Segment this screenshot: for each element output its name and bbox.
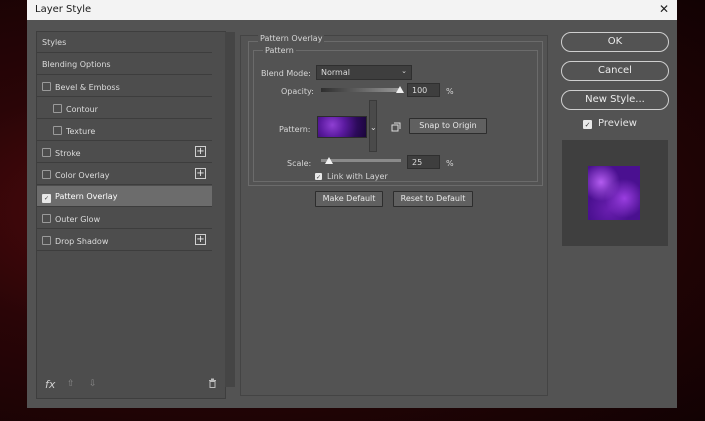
preview-checkbox[interactable]: ✓: [583, 120, 592, 129]
style-item-label: Texture: [66, 127, 96, 136]
opacity-label: Opacity:: [281, 87, 314, 96]
scale-label: Scale:: [287, 159, 312, 168]
pattern-overlay-panel: Pattern Overlay Pattern Blend Mode: Norm…: [240, 34, 548, 396]
style-item-drop-shadow[interactable]: Drop Shadow +: [37, 230, 212, 251]
drop-shadow-checkbox[interactable]: [42, 236, 51, 245]
style-item-texture[interactable]: Texture: [37, 120, 212, 141]
style-item-styles[interactable]: Styles: [37, 32, 212, 53]
texture-checkbox[interactable]: [53, 126, 62, 135]
style-item-label: Drop Shadow: [55, 237, 109, 246]
new-preset-icon[interactable]: [391, 122, 401, 134]
trash-icon[interactable]: [208, 378, 217, 391]
style-item-color-overlay[interactable]: Color Overlay +: [37, 164, 212, 185]
contour-checkbox[interactable]: [53, 104, 62, 113]
style-item-label: Color Overlay: [55, 171, 110, 180]
group-title: Pattern: [263, 46, 296, 55]
style-item-label: Bevel & Emboss: [55, 83, 120, 92]
opacity-input[interactable]: 100: [407, 83, 440, 97]
style-item-pattern-overlay[interactable]: ✓ Pattern Overlay: [37, 186, 212, 207]
styles-list-scrollbar[interactable]: [225, 32, 235, 387]
style-item-stroke[interactable]: Stroke +: [37, 142, 212, 163]
link-with-layer-checkbox[interactable]: ✓: [315, 173, 322, 181]
add-stroke-icon[interactable]: +: [195, 146, 206, 157]
link-with-layer-label: Link with Layer: [327, 172, 388, 181]
stroke-checkbox[interactable]: [42, 148, 51, 157]
cancel-button[interactable]: Cancel: [561, 61, 669, 81]
style-item-label: Contour: [66, 105, 98, 114]
style-item-outer-glow[interactable]: Outer Glow: [37, 208, 212, 229]
move-down-icon[interactable]: ⇩: [89, 379, 97, 389]
preview-thumbnail: [588, 166, 640, 220]
snap-to-origin-button[interactable]: Snap to Origin: [409, 118, 487, 134]
preview-label: Preview: [598, 118, 637, 129]
styles-list: Styles Blending Options Bevel & Emboss C…: [36, 31, 235, 399]
pattern-swatch[interactable]: [317, 116, 367, 138]
style-item-label: Outer Glow: [55, 215, 101, 224]
move-up-icon[interactable]: ⇧: [67, 379, 75, 389]
opacity-slider-track[interactable]: [321, 88, 401, 92]
make-default-button[interactable]: Make Default: [315, 191, 383, 207]
blend-mode-select[interactable]: Normal ⌄: [316, 65, 412, 80]
scale-percent: %: [446, 159, 454, 168]
outer-glow-checkbox[interactable]: [42, 214, 51, 223]
style-item-label: Styles: [42, 38, 67, 47]
reset-to-default-button[interactable]: Reset to Default: [393, 191, 473, 207]
add-drop-shadow-icon[interactable]: +: [195, 234, 206, 245]
chevron-down-icon: ⌄: [401, 67, 407, 75]
blend-mode-label: Blend Mode:: [261, 69, 311, 78]
style-item-label: Pattern Overlay: [55, 192, 118, 201]
opacity-percent: %: [446, 87, 454, 96]
layer-style-dialog: Styles Blending Options Bevel & Emboss C…: [27, 20, 677, 408]
fx-icon[interactable]: fx: [45, 378, 55, 391]
pattern-label: Pattern:: [279, 125, 311, 134]
new-style-button[interactable]: New Style...: [561, 90, 669, 110]
section-title: Pattern Overlay: [258, 34, 325, 43]
close-icon[interactable]: ✕: [659, 2, 669, 16]
style-item-blending-options[interactable]: Blending Options: [37, 54, 212, 75]
bevel-emboss-checkbox[interactable]: [42, 82, 51, 91]
scale-slider-track[interactable]: [321, 159, 401, 162]
styles-footer: fx ⇧ ⇩: [42, 378, 222, 392]
color-overlay-checkbox[interactable]: [42, 170, 51, 179]
opacity-slider-handle[interactable]: [396, 86, 404, 93]
title-bar: Layer Style ✕: [27, 0, 677, 20]
style-item-label: Blending Options: [42, 60, 111, 69]
preview-box: [562, 140, 668, 246]
window-title: Layer Style: [35, 4, 92, 15]
pattern-chevron-down-icon[interactable]: ⌄: [370, 123, 377, 132]
add-color-overlay-icon[interactable]: +: [195, 168, 206, 179]
pattern-overlay-checkbox[interactable]: ✓: [42, 194, 51, 203]
scale-input[interactable]: 25: [407, 155, 440, 169]
style-item-label: Stroke: [55, 149, 81, 158]
scale-slider-handle[interactable]: [325, 157, 333, 164]
style-item-contour[interactable]: Contour: [37, 98, 212, 119]
ok-button[interactable]: OK: [561, 32, 669, 52]
style-item-bevel-emboss[interactable]: Bevel & Emboss: [37, 76, 212, 97]
blend-mode-value: Normal: [321, 68, 350, 77]
